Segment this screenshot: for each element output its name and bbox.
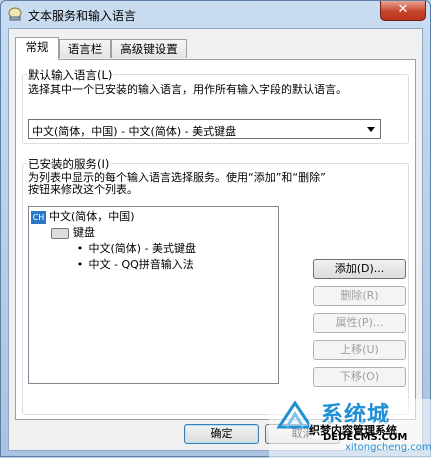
bullet-icon: •: [76, 242, 84, 255]
dropdown-arrow-icon[interactable]: [367, 127, 375, 132]
ok-button[interactable]: 确定: [184, 424, 259, 444]
tree-keyboard-label: 键盘: [73, 226, 95, 239]
tab-advanced-key-settings[interactable]: 高级键设置: [111, 39, 187, 58]
ch-language-icon: CH: [31, 210, 46, 224]
dialog-window: 文本服务和输入语言 ✕ 常规 语言栏 高级键设置 默认输入语言(L) 选择其中一…: [0, 0, 431, 458]
language-bar-icon: [8, 7, 22, 21]
tree-language-node[interactable]: CH 中文(简体，中国): [31, 209, 135, 225]
installed-services-tree[interactable]: CH 中文(简体，中国) 键盘 • 中文(简体) - 美式键盘 • 中文 - QQ…: [28, 206, 279, 384]
title-bar[interactable]: 文本服务和输入语言 ✕: [1, 1, 430, 27]
remove-button[interactable]: 删除(R): [313, 286, 406, 306]
watermark: 系统城 织梦内容管理系统 DEDECMS.COM xitongcheng.com: [269, 399, 431, 458]
default-language-description: 选择其中一个已安装的输入语言，用作所有输入字段的默认语言。: [28, 83, 347, 96]
move-up-button[interactable]: 上移(U): [313, 340, 406, 360]
bullet-icon: •: [76, 258, 84, 271]
add-button[interactable]: 添加(D)...: [313, 259, 406, 279]
dialog-body: 常规 语言栏 高级键设置 默认输入语言(L) 选择其中一个已安装的输入语言，用作…: [8, 28, 423, 451]
general-tab-panel: 默认输入语言(L) 选择其中一个已安装的输入语言，用作所有输入字段的默认语言。 …: [15, 59, 416, 420]
tab-general[interactable]: 常规: [15, 37, 59, 60]
window-title: 文本服务和输入语言: [28, 9, 137, 23]
close-button[interactable]: ✕: [380, 1, 426, 21]
tab-language-bar[interactable]: 语言栏: [59, 39, 111, 58]
tree-item[interactable]: • 中文(简体) - 美式键盘: [75, 241, 196, 257]
tree-item-label: 中文 - QQ拼音输入法: [88, 258, 194, 271]
installed-services-group-label: 已安装的服务(I): [27, 156, 111, 172]
installed-services-group: 已安装的服务(I) 为列表中显示的每个输入语言选择服务。使用“添加”和“删除” …: [22, 156, 409, 415]
properties-button[interactable]: 属性(P)...: [313, 313, 406, 333]
tree-item-label: 中文(简体) - 美式键盘: [88, 242, 197, 255]
move-down-button[interactable]: 下移(O): [313, 367, 406, 387]
default-language-group-label: 默认输入语言(L): [27, 67, 114, 83]
default-language-group: 默认输入语言(L) 选择其中一个已安装的输入语言，用作所有输入字段的默认语言。 …: [22, 67, 409, 144]
installed-services-description-line2: 按钮来修改这个列表。: [28, 183, 138, 196]
tree-item[interactable]: • 中文 - QQ拼音输入法: [75, 257, 194, 273]
tree-keyboard-node[interactable]: 键盘: [51, 225, 95, 241]
tree-language-label: 中文(简体，中国): [49, 210, 135, 223]
default-language-selected: 中文(简体，中国) - 中文(简体) - 美式键盘: [32, 125, 237, 138]
default-language-dropdown[interactable]: 中文(简体，中国) - 中文(简体) - 美式键盘: [28, 119, 381, 139]
keyboard-icon: [51, 227, 69, 239]
watermark-url: xitongcheng.com: [345, 442, 431, 453]
